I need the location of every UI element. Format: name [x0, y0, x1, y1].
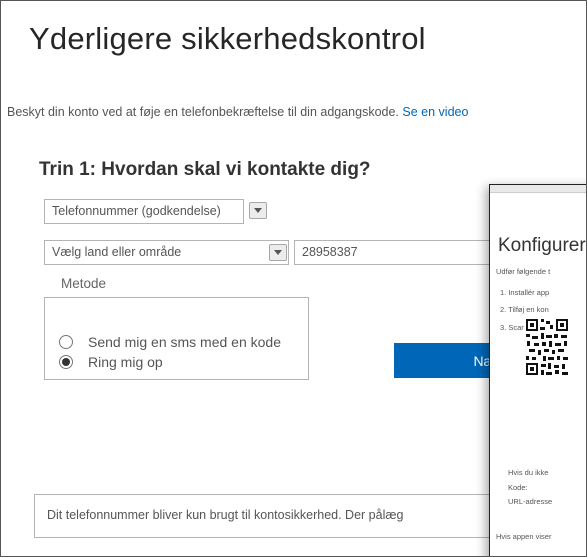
method-option-label: Send mig en sms med en kode: [88, 334, 281, 350]
chevron-down-icon: [274, 250, 282, 255]
page-description: Beskyt din konto ved at føje en telefonb…: [7, 105, 468, 119]
country-select[interactable]: Vælg land eller område: [44, 240, 289, 265]
radio-sms[interactable]: [59, 335, 73, 349]
method-option-sms[interactable]: Send mig en sms med en kode: [59, 334, 281, 350]
method-option-call[interactable]: Ring mig op: [59, 354, 163, 370]
dialog-step-2: 2. Tilføj en kon: [500, 305, 549, 314]
phone-number-input[interactable]: 28958387: [294, 240, 504, 265]
country-dropdown-button[interactable]: [269, 244, 287, 261]
chevron-down-icon: [254, 208, 262, 213]
dialog-fallback-line: Hvis du ikke: [508, 468, 549, 477]
dialog-intro: Udfør følgende t: [496, 267, 551, 276]
next-button[interactable]: Næ: [394, 343, 504, 378]
contact-method-select[interactable]: Telefonnummer (godkendelse): [44, 199, 244, 224]
video-link[interactable]: Se en video: [402, 105, 468, 119]
dialog-footer-text: Hvis appen viser: [496, 532, 552, 541]
phone-info-notice: Dit telefonnummer bliver kun brugt til k…: [34, 494, 514, 538]
contact-method-dropdown-button[interactable]: [249, 202, 267, 219]
radio-call[interactable]: [59, 355, 73, 369]
dialog-title: Konfigurer: [498, 235, 586, 256]
method-legend: Metode: [57, 276, 111, 291]
dialog-step-1: 1. Installér app: [500, 288, 550, 297]
page-title: Yderligere sikkerhedskontrol: [29, 21, 426, 56]
dialog-url-label: URL-adresse: [508, 497, 553, 506]
dialog-titlebar: [490, 185, 586, 193]
configure-dialog: Konfigurer Udfør følgende t 1. Installér…: [489, 184, 586, 556]
dialog-code-label: Kode:: [508, 483, 528, 492]
qr-code-icon: [524, 317, 570, 377]
method-option-label: Ring mig op: [88, 354, 163, 370]
step1-heading: Trin 1: Hvordan skal vi kontakte dig?: [39, 159, 371, 180]
contact-method-value: Telefonnummer (godkendelse): [52, 204, 221, 218]
page-frame: Yderligere sikkerhedskontrol Beskyt din …: [0, 0, 587, 557]
country-value: Vælg land eller område: [52, 245, 182, 259]
description-text: Beskyt din konto ved at føje en telefonb…: [7, 105, 399, 119]
